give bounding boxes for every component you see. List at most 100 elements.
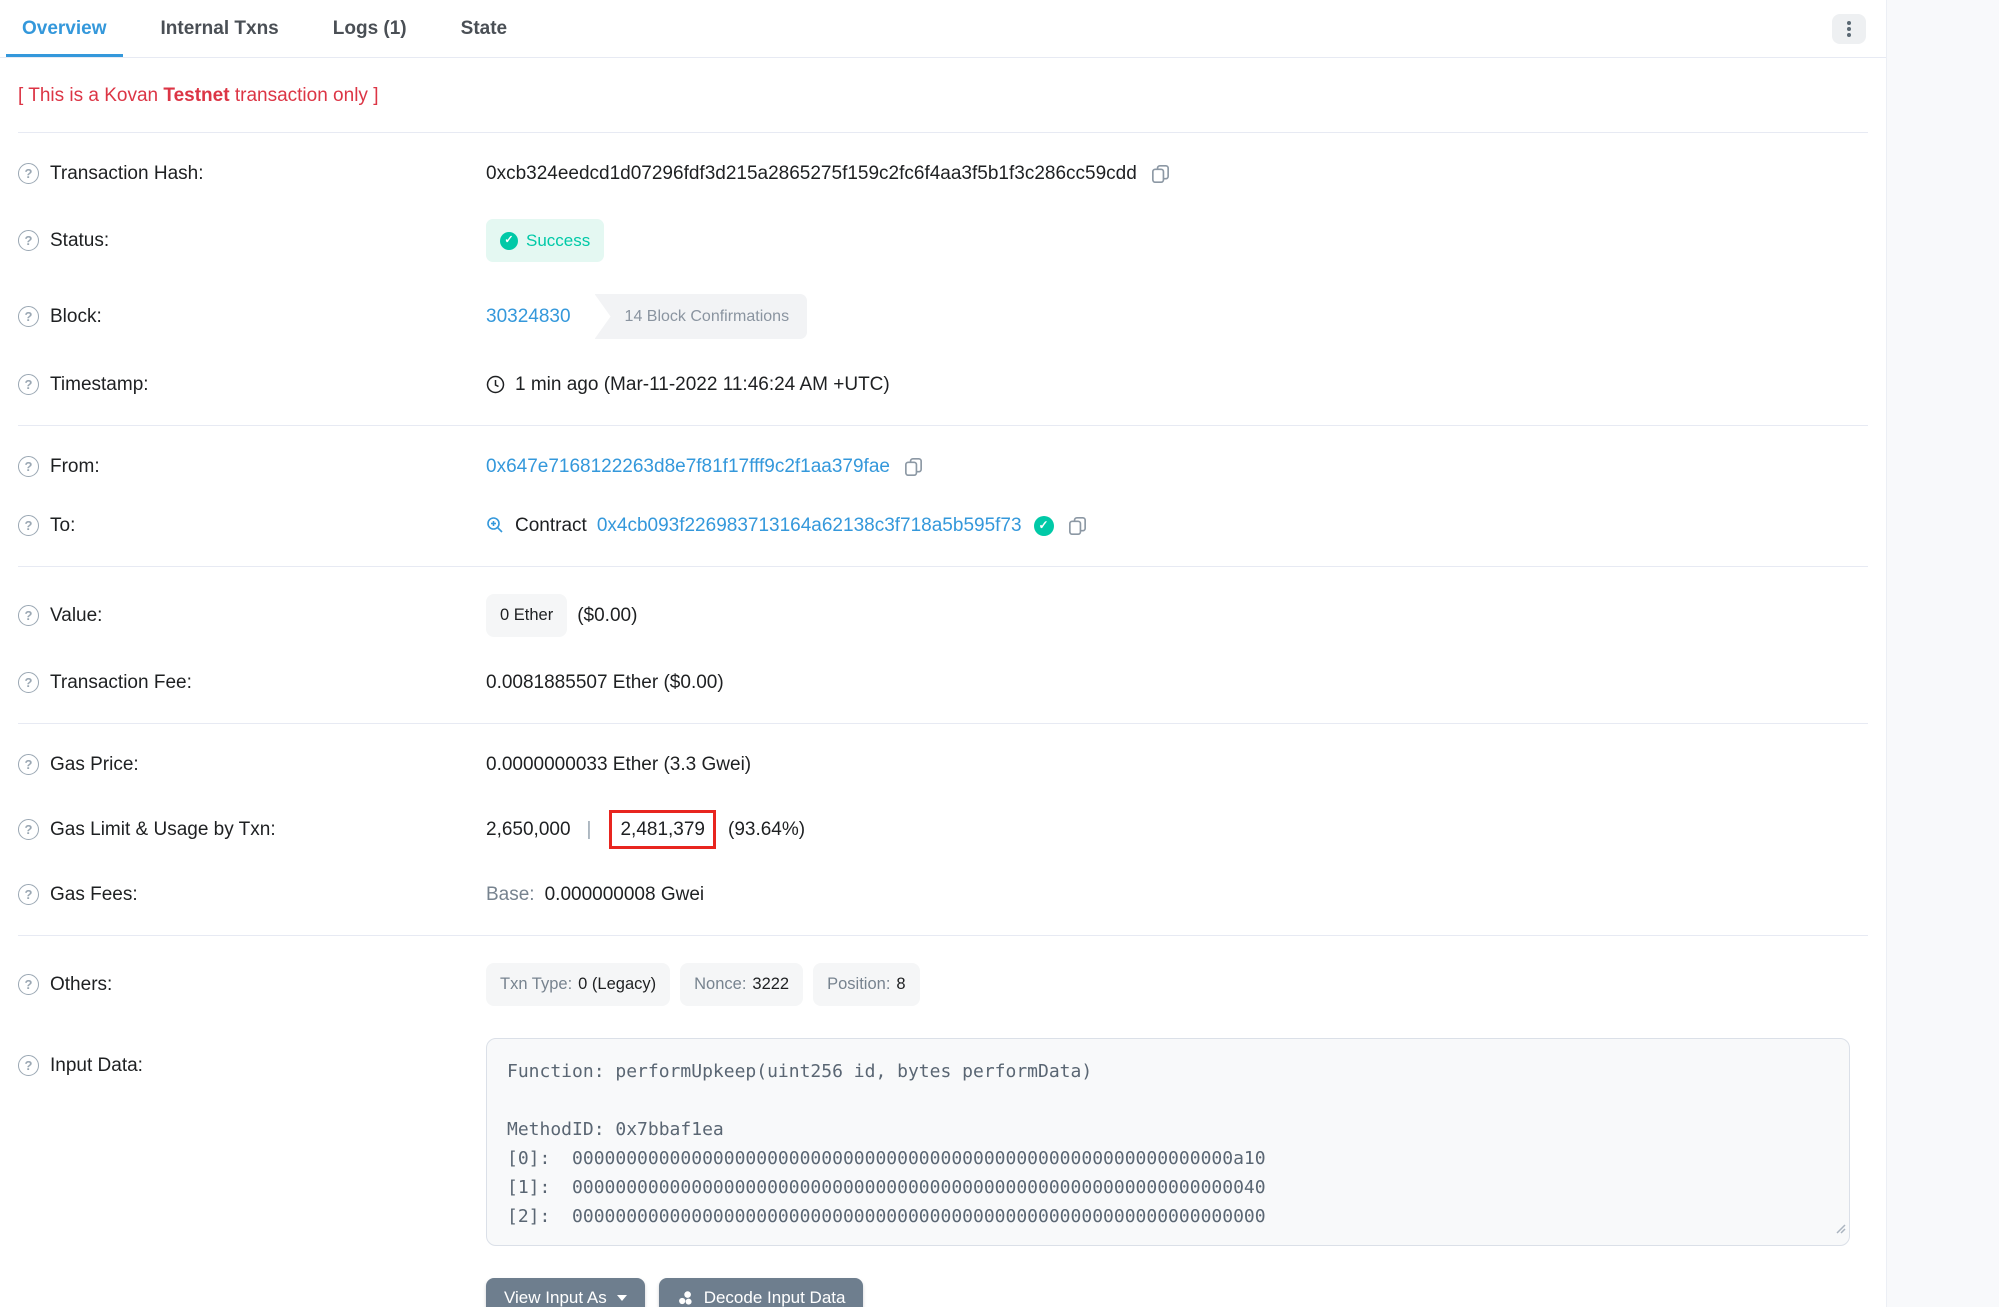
- view-input-as-button[interactable]: View Input As: [486, 1278, 645, 1307]
- tab-state[interactable]: State: [445, 0, 523, 57]
- row-timestamp: Timestamp: 1 min ago (Mar-11-2022 11:46:…: [0, 355, 1886, 414]
- row-label: Timestamp:: [18, 371, 486, 398]
- help-icon[interactable]: [18, 163, 39, 184]
- txn-type-value: 0 (Legacy): [578, 971, 656, 998]
- row-label: Gas Limit & Usage by Txn:: [18, 816, 486, 843]
- testnet-warning: [ This is a Kovan Testnet transaction on…: [0, 58, 1886, 132]
- timestamp-value: 1 min ago (Mar-11-2022 11:46:24 AM +UTC): [515, 371, 890, 398]
- gas-price-label: Gas Price:: [50, 751, 139, 778]
- txn-type-badge: Txn Type: 0 (Legacy): [486, 963, 670, 1006]
- section-value: Value: 0 Ether ($0.00) Transaction Fee: …: [0, 567, 1886, 723]
- section-gas: Gas Price: 0.0000000033 Ether (3.3 Gwei)…: [0, 724, 1886, 935]
- txn-type-label: Txn Type:: [500, 971, 572, 998]
- copy-icon[interactable]: [904, 457, 923, 477]
- input-data-textarea[interactable]: Function: performUpkeep(uint256 id, byte…: [486, 1038, 1850, 1246]
- row-transaction-fee: Transaction Fee: 0.0081885507 Ether ($0.…: [0, 653, 1886, 712]
- position-badge: Position: 8: [813, 963, 919, 1006]
- block-confirmations-badge: 14 Block Confirmations: [595, 294, 808, 339]
- copy-icon[interactable]: [1068, 516, 1087, 536]
- status-label: Status:: [50, 227, 109, 254]
- help-icon[interactable]: [18, 672, 39, 693]
- tabs-bar: Overview Internal Txns Logs (1) State: [0, 0, 1886, 58]
- decode-input-data-button[interactable]: Decode Input Data: [659, 1278, 864, 1307]
- row-others: Others: Txn Type: 0 (Legacy) Nonce: 3222…: [0, 947, 1886, 1022]
- resize-grip-icon[interactable]: [1833, 1215, 1846, 1242]
- help-icon[interactable]: [18, 306, 39, 327]
- copy-icon[interactable]: [1151, 164, 1170, 184]
- gas-separator: |: [581, 816, 598, 843]
- to-label: To:: [50, 512, 75, 539]
- section-summary: Transaction Hash: 0xcb324eedcd1d07296fdf…: [0, 133, 1886, 425]
- tab-logs[interactable]: Logs (1): [317, 0, 423, 57]
- timestamp-label: Timestamp:: [50, 371, 149, 398]
- status-value: Success: [526, 227, 590, 254]
- input-data-label: Input Data:: [50, 1052, 143, 1079]
- row-label: Gas Price:: [18, 751, 486, 778]
- kebab-menu-button[interactable]: [1832, 14, 1866, 44]
- zoom-in-icon[interactable]: [486, 516, 505, 535]
- row-label: Block:: [18, 303, 486, 330]
- gas-used-annotation-box: 2,481,379: [609, 810, 716, 849]
- help-icon[interactable]: [18, 974, 39, 995]
- block-label: Block:: [50, 303, 102, 330]
- base-fee-label: Base:: [486, 881, 535, 908]
- ether-value-badge: 0 Ether: [486, 594, 567, 637]
- status-badge: Success: [486, 219, 604, 262]
- gas-limit-value: 2,650,000: [486, 816, 571, 843]
- ether-value: 0 Ether: [500, 602, 553, 629]
- row-input-data: Input Data: Function: performUpkeep(uint…: [0, 1022, 1886, 1262]
- block-number-link[interactable]: 30324830: [486, 303, 571, 330]
- transaction-fee-label: Transaction Fee:: [50, 669, 192, 696]
- gas-used-value: 2,481,379: [620, 819, 705, 840]
- value-label: Value:: [50, 602, 102, 629]
- row-label: Input Data:: [18, 1038, 486, 1079]
- to-address-link[interactable]: 0x4cb093f226983713164a62138c3f718a5b595f…: [597, 512, 1022, 539]
- row-gas-limit-usage: Gas Limit & Usage by Txn: 2,650,000 | 2,…: [0, 794, 1886, 865]
- tab-overview[interactable]: Overview: [6, 0, 123, 57]
- help-icon[interactable]: [18, 884, 39, 905]
- row-label: Gas Fees:: [18, 881, 486, 908]
- transaction-fee-value: 0.0081885507 Ether ($0.00): [486, 669, 724, 696]
- transaction-details-card: Overview Internal Txns Logs (1) State [ …: [0, 0, 1887, 1307]
- row-status: Status: Success: [0, 203, 1886, 278]
- help-icon[interactable]: [18, 754, 39, 775]
- row-from: From: 0x647e7168122263d8e7f81f17fff9c2f1…: [0, 437, 1886, 496]
- contract-word: Contract: [515, 512, 587, 539]
- help-icon[interactable]: [18, 456, 39, 477]
- help-icon[interactable]: [18, 374, 39, 395]
- decode-input-data-label: Decode Input Data: [704, 1288, 846, 1307]
- input-data-actions: View Input As Decode Input Data: [486, 1278, 1886, 1307]
- position-label: Position:: [827, 971, 890, 998]
- nonce-badge: Nonce: 3222: [680, 963, 803, 1006]
- help-icon[interactable]: [18, 819, 39, 840]
- gas-fees-label: Gas Fees:: [50, 881, 138, 908]
- help-icon[interactable]: [18, 230, 39, 251]
- transaction-hash-value: 0xcb324eedcd1d07296fdf3d215a2865275f159c…: [486, 160, 1137, 187]
- chevron-down-icon: [617, 1295, 627, 1301]
- section-others: Others: Txn Type: 0 (Legacy) Nonce: 3222…: [0, 936, 1886, 1307]
- warning-bold: Testnet: [163, 85, 229, 106]
- nonce-value: 3222: [752, 971, 789, 998]
- from-label: From:: [50, 453, 100, 480]
- row-to: To: Contract 0x4cb093f226983713164a62138…: [0, 496, 1886, 555]
- transaction-hash-label: Transaction Hash:: [50, 160, 203, 187]
- verified-contract-icon: [1034, 516, 1054, 536]
- help-icon[interactable]: [18, 605, 39, 626]
- row-block: Block: 30324830 14 Block Confirmations: [0, 278, 1886, 355]
- gas-used-percent: (93.64%): [728, 816, 805, 843]
- check-circle-icon: [500, 232, 518, 250]
- row-label: From:: [18, 453, 486, 480]
- row-label: To:: [18, 512, 486, 539]
- view-input-as-label: View Input As: [504, 1288, 607, 1307]
- nonce-label: Nonce:: [694, 971, 746, 998]
- help-icon[interactable]: [18, 1055, 39, 1076]
- clock-icon: [486, 375, 505, 394]
- row-gas-fees: Gas Fees: Base: 0.000000008 Gwei: [0, 865, 1886, 924]
- help-icon[interactable]: [18, 515, 39, 536]
- warning-suffix: transaction only ]: [230, 85, 379, 106]
- from-address-link[interactable]: 0x647e7168122263d8e7f81f17fff9c2f1aa379f…: [486, 453, 890, 480]
- row-label: Value:: [18, 602, 486, 629]
- others-label: Others:: [50, 971, 112, 998]
- section-addresses: From: 0x647e7168122263d8e7f81f17fff9c2f1…: [0, 426, 1886, 566]
- tab-internal-txns[interactable]: Internal Txns: [145, 0, 295, 57]
